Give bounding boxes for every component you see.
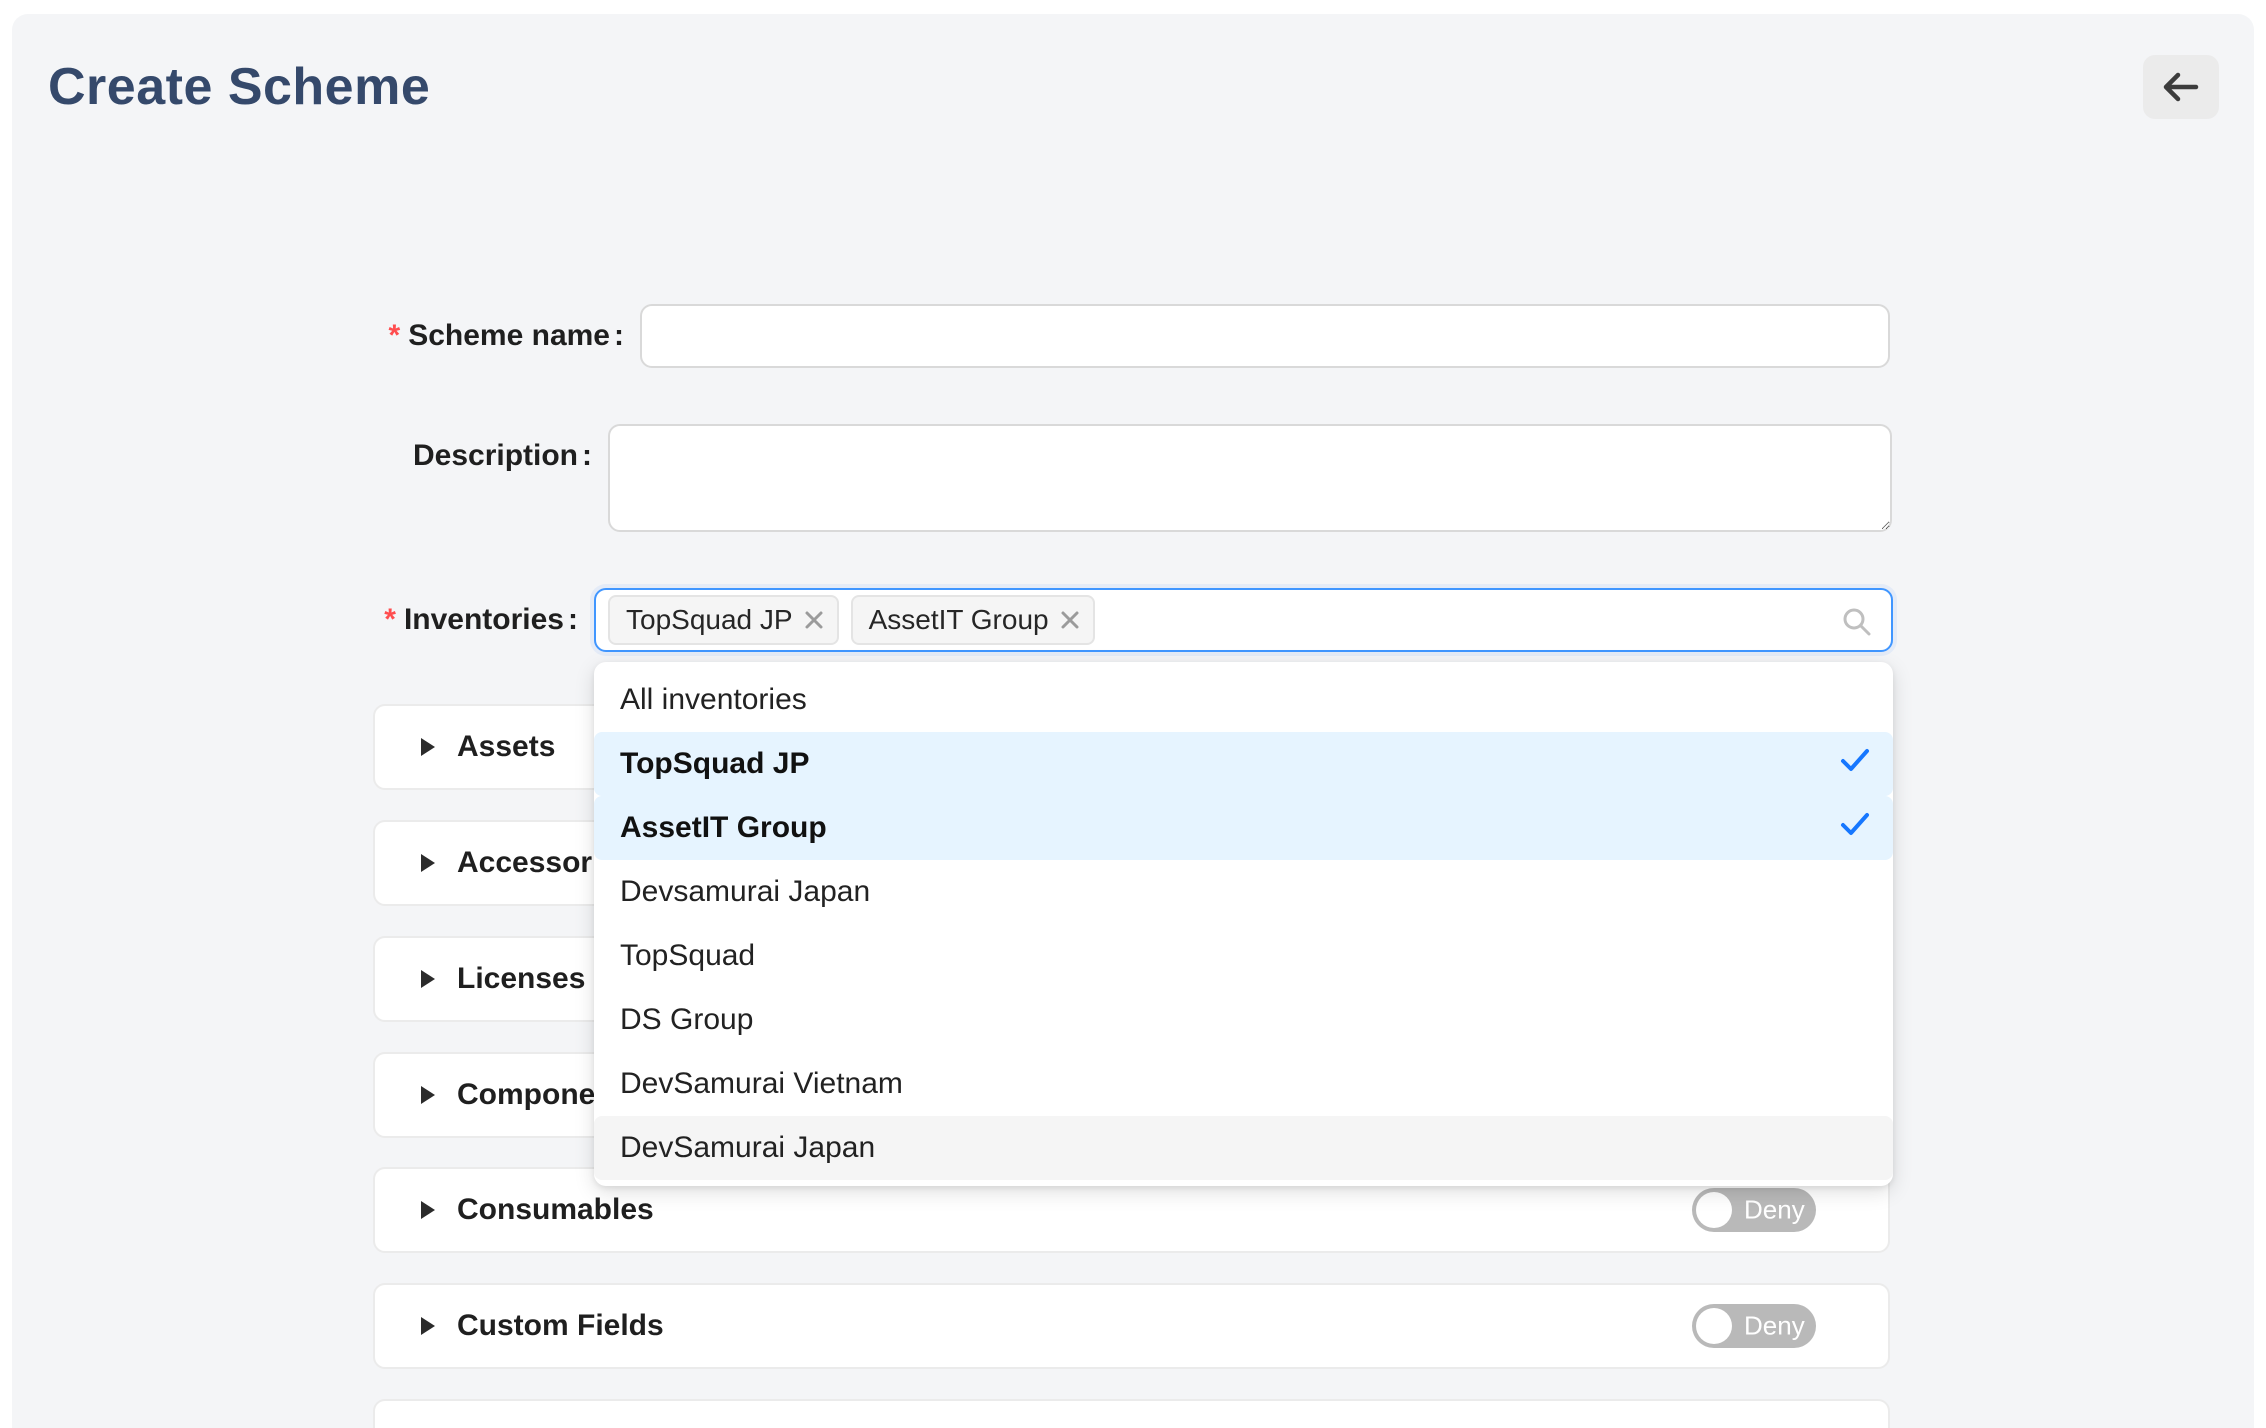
- remove-tag-icon[interactable]: [803, 609, 825, 631]
- dropdown-option[interactable]: AssetIT Group: [594, 796, 1893, 860]
- caret-right-icon: [421, 1086, 435, 1104]
- remove-tag-icon[interactable]: [1059, 609, 1081, 631]
- page-title: Create Scheme: [48, 58, 430, 116]
- required-asterisk: *: [384, 603, 396, 636]
- section-partial[interactable]: [373, 1399, 1890, 1428]
- create-scheme-page: Create Scheme *Scheme name: Description:…: [0, 0, 2266, 1428]
- description-input[interactable]: [608, 424, 1892, 532]
- toggle-knob: [1696, 1308, 1732, 1344]
- inventories-select[interactable]: TopSquad JP AssetIT Group: [594, 588, 1893, 652]
- back-arrow-icon: [2162, 72, 2200, 102]
- description-label: Description:: [0, 424, 592, 488]
- inventories-dropdown: All inventories TopSquad JP AssetIT Grou…: [594, 662, 1893, 1186]
- required-asterisk: *: [389, 319, 401, 352]
- tag-label: AssetIT Group: [869, 604, 1049, 636]
- selected-tag: TopSquad JP: [608, 595, 839, 645]
- dropdown-option[interactable]: DevSamurai Japan: [594, 1116, 1893, 1180]
- check-icon: [1839, 810, 1871, 846]
- dropdown-option[interactable]: DS Group: [594, 988, 1893, 1052]
- check-icon: [1839, 746, 1871, 782]
- toggle-knob: [1696, 1192, 1732, 1228]
- caret-right-icon: [421, 1201, 435, 1219]
- selected-tag: AssetIT Group: [851, 595, 1095, 645]
- dropdown-option[interactable]: Devsamurai Japan: [594, 860, 1893, 924]
- dropdown-option[interactable]: TopSquad JP: [594, 732, 1893, 796]
- deny-toggle[interactable]: Deny: [1692, 1304, 1816, 1348]
- dropdown-option[interactable]: All inventories: [594, 668, 1893, 732]
- section-custom-fields[interactable]: Custom Fields Deny: [373, 1283, 1890, 1369]
- caret-right-icon: [421, 854, 435, 872]
- caret-right-icon: [421, 1317, 435, 1335]
- search-icon: [1841, 606, 1873, 643]
- scheme-name-label: *Scheme name:: [0, 304, 624, 368]
- scheme-name-input[interactable]: [640, 304, 1890, 368]
- inventories-label: *Inventories:: [0, 588, 578, 652]
- tag-label: TopSquad JP: [626, 604, 793, 636]
- caret-right-icon: [421, 738, 435, 756]
- dropdown-option[interactable]: DevSamurai Vietnam: [594, 1052, 1893, 1116]
- dropdown-option[interactable]: TopSquad: [594, 924, 1893, 988]
- back-button[interactable]: [2143, 55, 2219, 119]
- caret-right-icon: [421, 970, 435, 988]
- deny-toggle[interactable]: Deny: [1692, 1188, 1816, 1232]
